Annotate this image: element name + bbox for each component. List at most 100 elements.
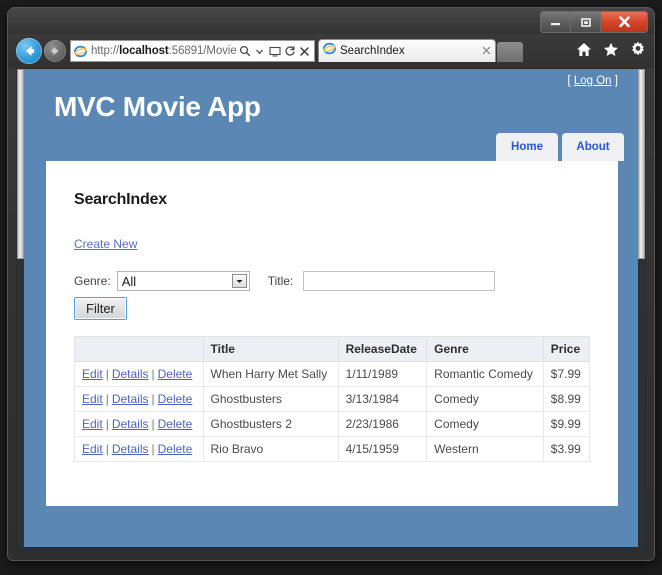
cell-releasedate: 1/11/1989 — [337, 361, 428, 387]
browser-viewport: [ Log On ] MVC Movie App Home About Sear… — [16, 68, 646, 548]
page-title: SearchIndex — [74, 191, 167, 208]
tab-favicon-icon — [323, 42, 336, 60]
cell-releasedate: 4/15/1959 — [337, 436, 428, 462]
cell-title: Rio Bravo — [202, 436, 339, 462]
details-link[interactable]: Details — [112, 392, 149, 406]
compatibility-view-icon[interactable] — [267, 46, 282, 57]
tools-gear-icon[interactable] — [630, 41, 646, 57]
nav-item-home[interactable]: Home — [496, 133, 558, 161]
movies-table-body: Edit | Details | Delete When Harry Met Sally 1… — [74, 361, 591, 462]
action-separator: | — [151, 417, 155, 431]
tab-searchindex[interactable]: SearchIndex — [318, 39, 496, 62]
refresh-icon[interactable] — [282, 45, 297, 57]
row-actions: Edit | Details | Delete — [74, 436, 204, 462]
browser-window: http://localhost:56891/Movies/Se — [8, 8, 654, 560]
logon-link[interactable]: Log On — [574, 75, 612, 87]
ie-logo-icon — [73, 45, 88, 58]
forward-button[interactable] — [44, 40, 66, 62]
action-separator: | — [151, 442, 155, 456]
stop-icon[interactable] — [297, 46, 312, 57]
column-title: Title — [202, 336, 339, 362]
favorites-icon[interactable] — [603, 42, 619, 57]
details-link[interactable]: Details — [112, 367, 149, 381]
title-input[interactable] — [303, 271, 496, 291]
tab-label: SearchIndex — [340, 45, 405, 57]
genre-selected-value: All — [121, 273, 137, 289]
main-nav: Home About — [496, 133, 624, 161]
row-actions: Edit | Details | Delete — [74, 361, 204, 387]
chevron-down-icon[interactable] — [231, 274, 247, 288]
action-separator: | — [105, 442, 109, 456]
web-page: [ Log On ] MVC Movie App Home About Sear… — [24, 69, 640, 547]
table-header-row: Title ReleaseDate Genre Price — [74, 336, 591, 362]
create-new-link[interactable]: Create New — [74, 237, 137, 251]
home-icon[interactable] — [576, 42, 592, 57]
delete-link[interactable]: Delete — [158, 392, 193, 406]
cell-releasedate: 3/13/1984 — [337, 386, 428, 412]
cell-title: Ghostbusters 2 — [202, 411, 339, 437]
left-scroll-track[interactable] — [17, 259, 24, 547]
cell-price: $9.99 — [542, 411, 591, 437]
column-price: Price — [542, 336, 591, 362]
cell-genre: Western — [426, 436, 544, 462]
action-separator: | — [105, 392, 109, 406]
cell-releasedate: 2/23/1986 — [337, 411, 428, 437]
left-scroll-thumb[interactable] — [17, 69, 24, 259]
action-separator: | — [105, 367, 109, 381]
right-scroll-thumb[interactable] — [638, 69, 645, 259]
edit-link[interactable]: Edit — [82, 367, 103, 381]
right-scroll-gutter[interactable] — [638, 69, 645, 547]
filter-button[interactable]: Filter — [74, 297, 127, 320]
address-bar[interactable]: http://localhost:56891/Movies/Se — [70, 40, 315, 62]
delete-link[interactable]: Delete — [158, 367, 193, 381]
movies-table: Title ReleaseDate Genre Price Edit | Detai… — [74, 336, 591, 462]
table-row: Edit | Details | Delete Ghostbusters 2 2/23/19… — [74, 411, 591, 437]
tab-strip: SearchIndex — [318, 39, 523, 62]
window-controls — [540, 11, 648, 33]
cell-title: Ghostbusters — [202, 386, 339, 412]
maximize-restore-button[interactable] — [571, 12, 601, 32]
browser-toolbar: http://localhost:56891/Movies/Se — [8, 34, 654, 68]
close-button[interactable] — [601, 12, 647, 32]
column-releasedate: ReleaseDate — [337, 336, 428, 362]
table-row: Edit | Details | Delete Ghostbusters 3/13/1984… — [74, 386, 591, 412]
browser-command-bar — [576, 41, 646, 57]
chevron-down-icon[interactable] — [252, 47, 267, 56]
edit-link[interactable]: Edit — [82, 417, 103, 431]
title-label: Title: — [267, 274, 294, 288]
row-actions: Edit | Details | Delete — [74, 386, 204, 412]
desktop-background: http://localhost:56891/Movies/Se — [0, 0, 662, 575]
cell-title: When Harry Met Sally — [202, 361, 339, 387]
genre-select[interactable]: All — [116, 271, 250, 291]
delete-link[interactable]: Delete — [158, 442, 193, 456]
table-row: Edit | Details | Delete When Harry Met Sally 1… — [74, 361, 591, 387]
new-tab-button[interactable] — [497, 42, 523, 62]
left-scroll-gutter[interactable] — [17, 69, 24, 547]
cell-genre: Romantic Comedy — [426, 361, 544, 387]
details-link[interactable]: Details — [112, 417, 149, 431]
delete-link[interactable]: Delete — [158, 417, 193, 431]
site-header: [ Log On ] MVC Movie App Home About — [24, 69, 640, 161]
cell-genre: Comedy — [426, 386, 544, 412]
nav-item-about[interactable]: About — [562, 133, 624, 161]
logon-section: [ Log On ] — [567, 75, 618, 87]
right-scroll-track[interactable] — [638, 259, 645, 547]
cell-price: $7.99 — [542, 361, 591, 387]
logon-close-bracket: ] — [614, 75, 618, 87]
edit-link[interactable]: Edit — [82, 392, 103, 406]
content-card: SearchIndex Create New Genre: All Title:… — [46, 161, 618, 506]
minimize-button[interactable] — [541, 12, 571, 32]
logon-open-bracket: [ — [567, 75, 571, 87]
action-separator: | — [151, 367, 155, 381]
cell-price: $8.99 — [542, 386, 591, 412]
tab-close-icon[interactable] — [482, 42, 491, 60]
back-button[interactable] — [16, 38, 42, 64]
edit-link[interactable]: Edit — [82, 442, 103, 456]
site-title: MVC Movie App — [54, 91, 261, 122]
row-actions: Edit | Details | Delete — [74, 411, 204, 437]
cell-price: $3.99 — [542, 436, 591, 462]
search-icon[interactable] — [237, 45, 252, 57]
details-link[interactable]: Details — [112, 442, 149, 456]
genre-label: Genre: — [74, 274, 111, 288]
action-separator: | — [105, 417, 109, 431]
